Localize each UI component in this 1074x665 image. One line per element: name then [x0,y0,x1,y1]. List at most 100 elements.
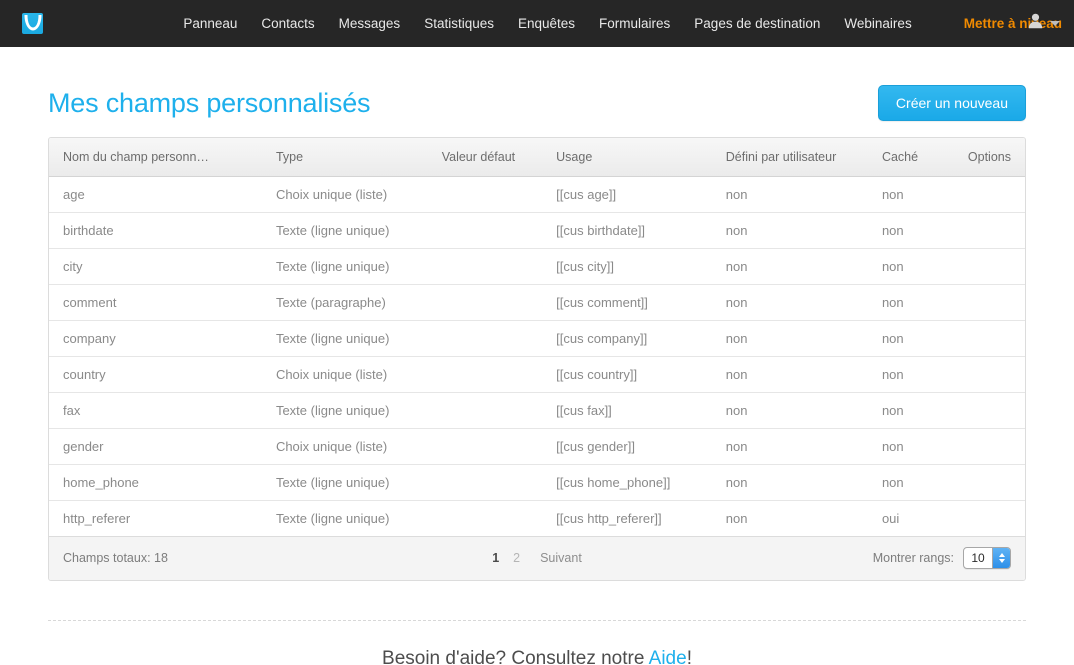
column-header-type[interactable]: Type [261,138,428,177]
page-2-link[interactable]: 2 [513,551,520,565]
cell-type: Texte (ligne unique) [261,500,428,537]
column-header-usage[interactable]: Usage [542,138,712,177]
help-link[interactable]: Aide [649,648,687,665]
cell-user-defined: non [711,464,868,501]
table-row[interactable]: country Choix unique (liste) [[cus country… [49,356,1025,393]
cell-field-name: fax [49,392,262,429]
help-text: Besoin d'aide? Consultez notre Aide! [0,648,1074,665]
cell-field-name: http_referer [49,500,262,537]
primary-nav-links: Panneau Contacts Messages Statistiques E… [171,0,1074,47]
table-row[interactable]: comment Texte (paragraphe) [[cus comment]]… [49,284,1025,321]
cell-options [953,320,1025,357]
nav-item-messages[interactable]: Messages [327,0,413,47]
cell-usage: [[cus http_referer]] [542,500,712,537]
table-row[interactable]: gender Choix unique (liste) [[cus gender]]… [49,428,1025,465]
nav-item-statistiques[interactable]: Statistiques [412,0,506,47]
page-header: Mes champs personnalisés Créer un nouvea… [48,80,1026,126]
user-menu[interactable] [1028,0,1060,47]
nav-item-webinaires[interactable]: Webinaires [832,0,923,47]
cell-hidden: non [867,212,954,249]
table-row[interactable]: http_referer Texte (ligne unique) [[cus ht… [49,500,1025,537]
table-row[interactable]: home_phone Texte (ligne unique) [[cus home… [49,464,1025,501]
column-header-options: Options [953,138,1025,177]
column-header-hidden[interactable]: Caché [867,138,954,177]
cell-user-defined: non [711,392,868,429]
cell-usage: [[cus country]] [542,356,712,393]
rows-per-page-control: Montrer rangs: 10 [873,547,1011,569]
cell-field-name: age [49,176,262,213]
chevron-down-icon [1050,21,1060,26]
cell-hidden: non [867,284,954,321]
cell-user-defined: non [711,500,868,537]
next-page-link[interactable]: Suivant [540,551,582,565]
cell-usage: [[cus gender]] [542,428,712,465]
cell-usage: [[cus home_phone]] [542,464,712,501]
cell-user-defined: non [711,284,868,321]
column-header-field-name[interactable]: Nom du champ personn… [49,138,262,177]
nav-item-enquetes[interactable]: Enquêtes [506,0,587,47]
cell-default-value [427,212,543,249]
cell-field-name: city [49,248,262,285]
cell-usage: [[cus company]] [542,320,712,357]
cell-type: Choix unique (liste) [261,176,428,213]
table-row[interactable]: fax Texte (ligne unique) [[cus fax]] non non [49,392,1025,429]
table-header: Nom du champ personn… Type Valeur défaut… [49,138,1025,177]
cell-type: Choix unique (liste) [261,428,428,465]
cell-type: Texte (ligne unique) [261,464,428,501]
cell-user-defined: non [711,212,868,249]
create-new-button[interactable]: Créer un nouveau [877,85,1026,121]
nav-item-pages-de-destination[interactable]: Pages de destination [682,0,832,47]
cell-type: Texte (ligne unique) [261,320,428,357]
cell-type: Choix unique (liste) [261,356,428,393]
cell-usage: [[cus age]] [542,176,712,213]
cell-default-value [427,176,543,213]
cell-field-name: home_phone [49,464,262,501]
cell-default-value [427,284,543,321]
cell-hidden: non [867,248,954,285]
column-header-default-value[interactable]: Valeur défaut [427,138,543,177]
cell-hidden: non [867,176,954,213]
cell-hidden: oui [867,500,954,537]
cell-field-name: country [49,356,262,393]
table-row[interactable]: city Texte (ligne unique) [[cus city]] non n… [49,248,1025,285]
custom-fields-table-container: Nom du champ personn… Type Valeur défaut… [48,137,1026,581]
cell-field-name: company [49,320,262,357]
custom-fields-table: Nom du champ personn… Type Valeur défaut… [49,138,1025,537]
cell-options [953,248,1025,285]
nav-item-panneau[interactable]: Panneau [171,0,249,47]
envelope-logo-icon [23,13,43,33]
cell-options [953,392,1025,429]
cell-options [953,176,1025,213]
cell-hidden: non [867,356,954,393]
cell-default-value [427,464,543,501]
page-body: Mes champs personnalisés Créer un nouvea… [0,47,1074,665]
table-row[interactable]: age Choix unique (liste) [[cus age]] non non [49,176,1025,213]
cell-options [953,284,1025,321]
table-header-row: Nom du champ personn… Type Valeur défaut… [49,138,1025,177]
cell-default-value [427,392,543,429]
cell-usage: [[cus city]] [542,248,712,285]
nav-item-formulaires[interactable]: Formulaires [587,0,682,47]
cell-options [953,356,1025,393]
nav-item-contacts[interactable]: Contacts [249,0,326,47]
stepper-arrows-icon[interactable] [992,548,1010,568]
help-text-before: Besoin d'aide? Consultez notre [382,647,649,665]
help-text-after: ! [686,647,692,665]
table-row[interactable]: company Texte (ligne unique) [[cus company… [49,320,1025,357]
cell-user-defined: non [711,320,868,357]
cell-type: Texte (ligne unique) [261,248,428,285]
table-row[interactable]: birthdate Texte (ligne unique) [[cus birth… [49,212,1025,249]
cell-options [953,428,1025,465]
cell-user-defined: non [711,428,868,465]
cell-hidden: non [867,392,954,429]
cell-type: Texte (paragraphe) [261,284,428,321]
cell-default-value [427,320,543,357]
cell-user-defined: non [711,176,868,213]
brand-logo[interactable] [22,13,44,34]
rows-per-page-select[interactable]: 10 [963,547,1011,569]
cell-usage: [[cus fax]] [542,392,712,429]
column-header-user-defined[interactable]: Défini par utilisateur [711,138,868,177]
page-1-link[interactable]: 1 [492,551,499,565]
chevron-up-icon [998,553,1005,557]
cell-default-value [427,500,543,537]
